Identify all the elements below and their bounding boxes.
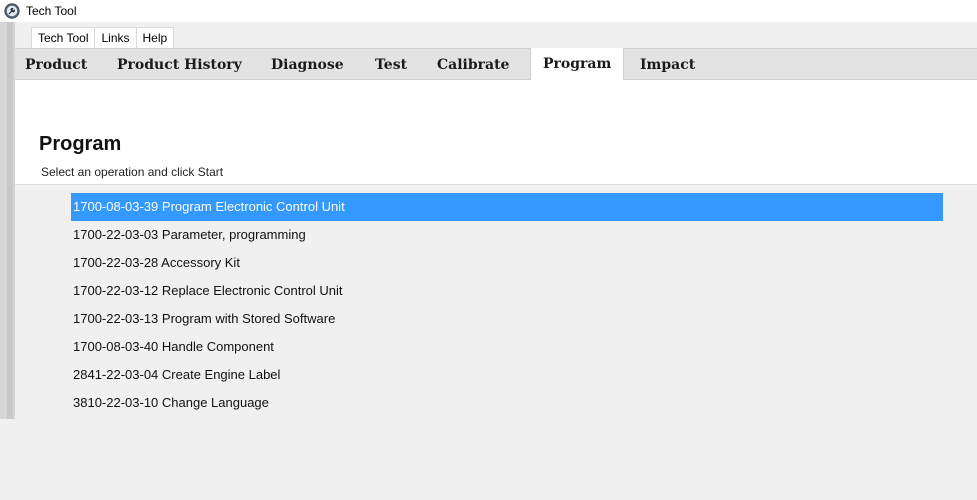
- page-title: Program: [39, 133, 122, 155]
- operation-item[interactable]: 1700-22-03-13 Program with Stored Softwa…: [71, 305, 943, 333]
- operation-list: 1700-08-03-39 Program Electronic Control…: [71, 193, 943, 417]
- operation-item[interactable]: 2841-22-03-04 Create Engine Label: [71, 361, 943, 389]
- tab-product-history[interactable]: Product History: [117, 49, 242, 80]
- operation-item[interactable]: 1700-22-03-28 Accessory Kit: [71, 249, 943, 277]
- page-subtitle: Select an operation and click Start: [41, 165, 224, 179]
- operation-item[interactable]: 1700-22-03-03 Parameter, programming: [71, 221, 943, 249]
- menu-help[interactable]: Help: [137, 28, 174, 48]
- menu-tech-tool[interactable]: Tech Tool: [32, 28, 96, 48]
- operation-list-panel: 1700-08-03-39 Program Electronic Control…: [15, 184, 977, 500]
- tab-diagnose[interactable]: Diagnose: [271, 49, 344, 80]
- tab-product[interactable]: Product: [25, 49, 87, 80]
- operation-item[interactable]: 1700-08-03-40 Handle Component: [71, 333, 943, 361]
- left-border-strip: [0, 22, 15, 419]
- menu-bar: Tech Tool Links Help: [15, 22, 977, 48]
- operation-item[interactable]: 1700-22-03-12 Replace Electronic Control…: [71, 277, 943, 305]
- tab-program[interactable]: Program: [530, 48, 625, 80]
- window-title: Tech Tool: [26, 4, 77, 18]
- tech-tool-app-icon: [4, 3, 20, 19]
- tab-calibrate[interactable]: Calibrate: [437, 49, 509, 80]
- operation-item-selected[interactable]: 1700-08-03-39 Program Electronic Control…: [71, 193, 943, 221]
- tab-impact[interactable]: Impact: [640, 49, 695, 80]
- window-title-bar: Tech Tool: [0, 0, 977, 22]
- menu-bar-items: Tech Tool Links Help: [31, 27, 175, 48]
- tab-test[interactable]: Test: [375, 49, 407, 80]
- main-tab-bar: Product Product History Diagnose Test Ca…: [15, 48, 977, 80]
- operation-item[interactable]: 3810-22-03-10 Change Language: [71, 389, 943, 417]
- menu-links[interactable]: Links: [95, 28, 137, 48]
